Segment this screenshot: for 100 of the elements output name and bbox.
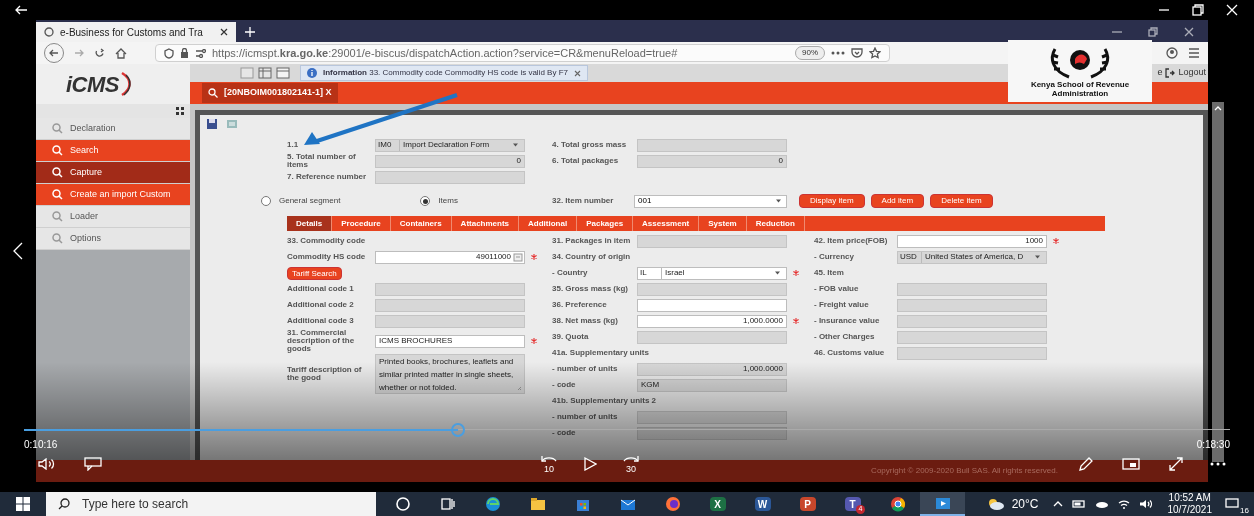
search-icon xyxy=(58,498,70,510)
search-icon xyxy=(52,145,63,156)
field-label: Additional code 3 xyxy=(287,317,355,325)
section-heading: 33. Commodity code xyxy=(287,235,366,247)
taskbar-app[interactable]: X xyxy=(695,492,740,516)
dropdown[interactable]: IL Israel xyxy=(637,266,787,280)
logo-swoosh-icon xyxy=(119,71,132,97)
sidebar-item[interactable]: Create an import Custom xyxy=(36,184,190,206)
field-label: 1.1 xyxy=(287,141,300,149)
info-tab[interactable]: Information 33. Commodity code Commodity HS code is valid By F7 xyxy=(300,65,588,81)
input-field[interactable] xyxy=(637,282,787,296)
wifi-icon[interactable] xyxy=(1117,499,1130,509)
more-icon[interactable] xyxy=(831,51,845,55)
chevron-left-icon[interactable] xyxy=(13,242,23,260)
input-field[interactable] xyxy=(375,170,525,184)
tariff-search-button[interactable]: Tariff Search xyxy=(287,266,342,280)
miniplayer-icon[interactable] xyxy=(1122,458,1140,470)
field-label: 39. Quota xyxy=(552,333,590,341)
search-icon xyxy=(52,123,63,134)
input-field[interactable]: ICMS BROCHURES xyxy=(375,334,525,348)
input-field[interactable] xyxy=(637,138,787,152)
sidebar-item[interactable]: Search xyxy=(36,140,190,162)
grid-dots-icon[interactable] xyxy=(176,107,184,115)
captions-icon[interactable] xyxy=(84,457,102,471)
star-icon[interactable] xyxy=(869,47,881,59)
input-field[interactable] xyxy=(637,298,787,312)
notification-button[interactable]: 16 xyxy=(1220,492,1254,516)
field-label: - number of units xyxy=(552,365,619,373)
input-field[interactable] xyxy=(375,298,525,312)
dropdown[interactable]: 001 xyxy=(634,194,787,208)
input-field[interactable] xyxy=(375,282,525,296)
input-field[interactable] xyxy=(637,410,787,424)
pocket-icon[interactable] xyxy=(851,48,863,58)
sidebar-item[interactable]: Options xyxy=(36,228,190,250)
input-field[interactable] xyxy=(897,330,1047,344)
browser-tab[interactable]: e-Business for Customs and Tra xyxy=(36,22,236,42)
field-label: - code xyxy=(552,381,577,389)
clock-time: 10:52 AM xyxy=(1168,492,1211,504)
back-arrow-icon[interactable] xyxy=(14,5,28,15)
input-field[interactable]: 1000 xyxy=(897,234,1047,248)
item-button[interactable]: Delete item xyxy=(930,194,993,208)
radio-option[interactable]: Items xyxy=(420,195,458,207)
volume-icon[interactable] xyxy=(1138,499,1152,509)
more-icon[interactable] xyxy=(1210,462,1226,466)
fullscreen-icon[interactable] xyxy=(1168,456,1184,472)
home-icon[interactable] xyxy=(115,47,127,59)
battery-icon[interactable] xyxy=(1071,500,1086,508)
dropdown[interactable]: IM0 Import Declaration Form xyxy=(375,138,525,152)
input-field[interactable]: 0 xyxy=(637,154,787,168)
input-field[interactable]: KGM xyxy=(637,378,787,392)
field-label: 7. Reference number xyxy=(287,173,368,181)
search-field[interactable]: Type here to search xyxy=(46,492,376,516)
forward-button[interactable]: 30 xyxy=(619,454,643,474)
radio-option[interactable]: General segment xyxy=(261,195,341,207)
header-link[interactable]: Logout xyxy=(1178,66,1206,80)
input-field[interactable]: 49011000 xyxy=(375,250,525,264)
input-field[interactable] xyxy=(897,282,1047,296)
window-view-icon[interactable] xyxy=(276,67,290,79)
input-field[interactable] xyxy=(637,234,787,248)
sidebar-item[interactable]: Declaration xyxy=(36,118,190,140)
taskbar-app[interactable]: P xyxy=(785,492,830,516)
taskbar-app[interactable]: W xyxy=(740,492,785,516)
sidebar-item[interactable]: Capture xyxy=(36,162,190,184)
input-field[interactable] xyxy=(897,346,1047,360)
dropdown[interactable]: USD United States of America, D xyxy=(897,250,1047,264)
input-field[interactable] xyxy=(375,314,525,328)
menu-icon[interactable] xyxy=(1188,48,1200,58)
sidebar-item[interactable]: Loader xyxy=(36,206,190,228)
reload-icon[interactable] xyxy=(94,47,105,59)
volume-icon[interactable] xyxy=(38,458,56,470)
item-button[interactable]: Display item xyxy=(799,194,865,208)
input-field[interactable]: 0 xyxy=(375,154,525,168)
input-field[interactable] xyxy=(897,314,1047,328)
save-icon[interactable] xyxy=(206,118,218,130)
input-field[interactable]: 1,000.0000 xyxy=(637,362,787,376)
zoom-level[interactable]: 90% xyxy=(795,46,825,60)
input-field[interactable] xyxy=(897,298,1047,312)
document-tab[interactable]: [20NBOIM001802141-1] X xyxy=(202,83,338,103)
split-view-icon[interactable] xyxy=(258,67,272,79)
restore-icon[interactable] xyxy=(1192,4,1204,16)
item-button[interactable]: Add item xyxy=(870,194,925,208)
play-icon[interactable] xyxy=(583,457,597,471)
pencil-icon[interactable] xyxy=(1078,456,1094,472)
input-field[interactable]: 1,000.0000 xyxy=(637,314,787,328)
rewind-button[interactable]: 10 xyxy=(537,454,561,474)
windows-start-icon[interactable] xyxy=(16,497,30,511)
profile-icon[interactable] xyxy=(1166,47,1178,59)
plus-icon[interactable] xyxy=(245,27,255,37)
form-tab[interactable]: Details xyxy=(287,216,333,231)
text-area[interactable]: Printed books, brochures, leaflets and similar printed matter in single sheets, whether or not folded. xyxy=(375,354,525,394)
input-field[interactable] xyxy=(637,426,787,440)
header-link[interactable]: e xyxy=(1157,66,1163,80)
chevron-up-icon[interactable] xyxy=(1052,501,1063,507)
rewind-arrow-icon xyxy=(539,454,559,462)
progress-thumb[interactable] xyxy=(451,423,466,437)
cloud-icon[interactable] xyxy=(1094,500,1109,508)
input-field[interactable] xyxy=(637,330,787,344)
address-field[interactable]: https://icmspt.kra.go.ke:29001/e-biscus/dispatchAction.action?service=CR&menuReload=true# 90% xyxy=(155,44,890,62)
close-icon[interactable] xyxy=(220,28,228,36)
progress-track[interactable] xyxy=(24,422,1230,438)
